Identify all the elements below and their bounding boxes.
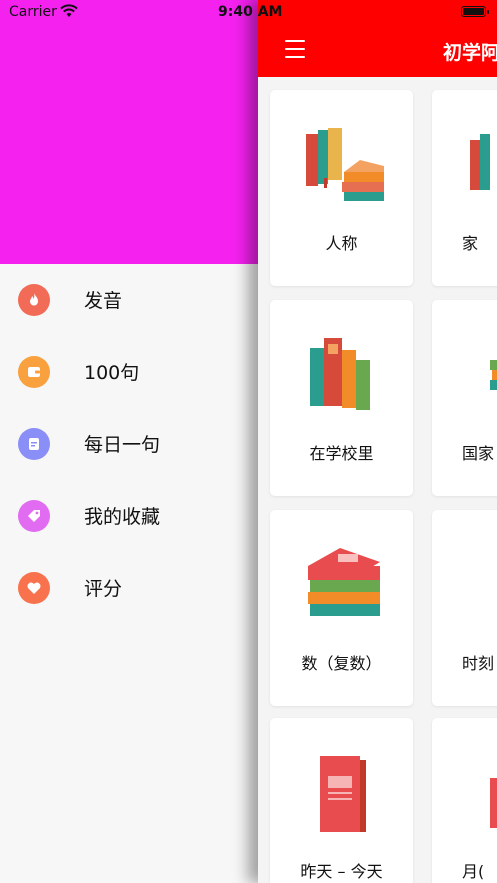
books-icon	[310, 338, 370, 410]
menu-item-rate[interactable]: 评分	[0, 558, 258, 618]
lesson-card[interactable]: 时刻	[432, 510, 497, 706]
lesson-card[interactable]: 昨天 – 今天	[270, 718, 413, 883]
menu-item-daily-sentence[interactable]: 每日一句	[0, 414, 258, 474]
menu-label: 每日一句	[84, 434, 161, 456]
side-drawer: 发音 100句 每日一句 我的收藏 评分	[0, 0, 258, 883]
books-icon	[308, 548, 380, 616]
battery-icon	[461, 6, 489, 17]
lesson-card[interactable]: 月(	[432, 718, 497, 883]
books-icon	[490, 360, 497, 390]
lesson-card[interactable]: 人称	[270, 90, 413, 286]
menu-label: 我的收藏	[84, 506, 161, 528]
flame-icon	[18, 284, 50, 316]
books-icon	[460, 540, 497, 632]
tag-icon	[18, 500, 50, 532]
card-label: 在学校里	[309, 444, 374, 463]
status-time: 9:40 AM	[218, 4, 283, 20]
card-label: 国家	[462, 444, 495, 463]
card-label: 月(	[462, 862, 485, 881]
card-label: 数（复数）	[301, 654, 382, 673]
wallet-icon	[18, 356, 50, 388]
menu-label: 100句	[84, 362, 140, 384]
book-icon	[320, 756, 366, 832]
lesson-card[interactable]: 家	[432, 90, 497, 286]
page-title: 初学阿	[443, 42, 497, 64]
menu-item-favorites[interactable]: 我的收藏	[0, 486, 258, 546]
lesson-card[interactable]: 数（复数）	[270, 510, 413, 706]
card-label: 人称	[325, 234, 358, 253]
card-label: 昨天 – 今天	[300, 862, 383, 881]
menu-label: 评分	[84, 578, 123, 600]
drawer-header	[0, 0, 258, 264]
heart-icon	[18, 572, 50, 604]
menu-item-pronunciation[interactable]: 发音	[0, 270, 258, 330]
wifi-icon	[60, 4, 78, 22]
menu-label: 发音	[84, 290, 123, 312]
card-label: 时刻	[462, 654, 495, 673]
carrier-label: Carrier	[9, 4, 57, 20]
document-icon	[18, 428, 50, 460]
books-icon	[490, 778, 497, 828]
books-icon	[306, 128, 384, 201]
lesson-card[interactable]: 在学校里	[270, 300, 413, 496]
menu-item-100-sentences[interactable]: 100句	[0, 342, 258, 402]
card-label: 家	[462, 234, 479, 253]
menu-icon[interactable]	[285, 40, 307, 58]
books-icon	[470, 134, 490, 190]
main-content: 初学阿 人称 家 在学校里 国家 数（复数） 时刻 昨天 – 今天 月(	[258, 0, 497, 883]
status-bar: Carrier 9:40 AM	[0, 0, 497, 26]
lesson-card[interactable]: 国家	[432, 300, 497, 496]
